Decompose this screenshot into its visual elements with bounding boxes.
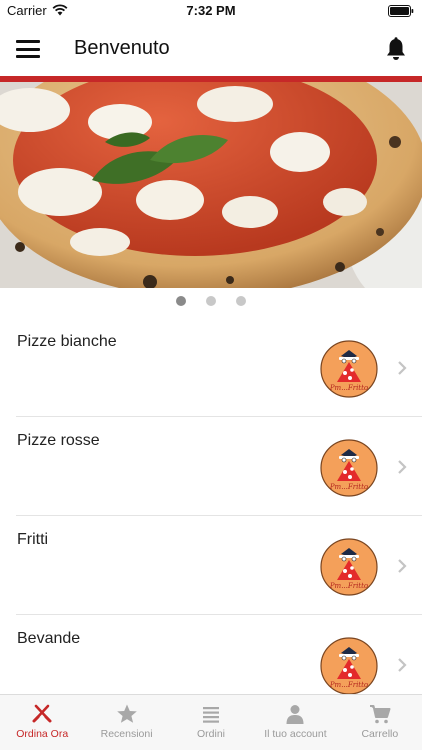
category-label: Fritti bbox=[17, 531, 49, 548]
battery-icon bbox=[388, 5, 414, 17]
user-icon bbox=[286, 705, 304, 724]
restaurant-logo: Pm...Fritto bbox=[320, 439, 378, 497]
list-icon bbox=[203, 707, 220, 723]
logo-text: Pm...Fritto bbox=[329, 681, 368, 689]
menu-icon[interactable] bbox=[16, 40, 40, 58]
category-label: Pizze rosse bbox=[17, 432, 100, 449]
tab-user[interactable]: Il tuo account bbox=[253, 695, 337, 750]
carousel-indicator bbox=[0, 296, 422, 310]
tab-label: Ordina Ora bbox=[16, 728, 69, 740]
logo-text: Pm...Fritto bbox=[329, 483, 368, 491]
tab-cart[interactable]: Carrello bbox=[338, 695, 422, 750]
cart-icon bbox=[369, 705, 391, 724]
restaurant-logo: Pm...Fritto bbox=[320, 637, 378, 695]
pizza-image bbox=[0, 82, 422, 288]
bottom-tab-bar: Ordina Ora Recensioni Ordini Il tuo account… bbox=[0, 694, 422, 750]
tab-list[interactable]: Ordini bbox=[169, 695, 253, 750]
chevron-right-icon bbox=[398, 658, 407, 672]
logo-text: Pm...Fritto bbox=[329, 384, 368, 392]
carousel-dot-1[interactable] bbox=[176, 296, 186, 306]
restaurant-logo: Pm...Fritto bbox=[320, 340, 378, 398]
bell-icon[interactable] bbox=[385, 37, 407, 61]
chevron-right-icon bbox=[398, 361, 407, 375]
restaurant-logo: Pm...Fritto bbox=[320, 538, 378, 596]
list-item[interactable]: Fritti Pm...Fritto bbox=[0, 516, 422, 615]
star-icon bbox=[116, 704, 137, 723]
category-label: Bevande bbox=[17, 630, 81, 647]
tab-label: Il tuo account bbox=[264, 728, 327, 740]
tab-star[interactable]: Recensioni bbox=[84, 695, 168, 750]
status-bar: Carrier 7:32 PM bbox=[0, 0, 422, 22]
tab-label: Carrello bbox=[361, 728, 399, 740]
promo-banner-image[interactable] bbox=[0, 82, 422, 288]
chevron-right-icon bbox=[398, 559, 407, 573]
list-item[interactable]: Pizze rosse Pm...Fritto bbox=[0, 417, 422, 516]
status-time: 7:32 PM bbox=[186, 3, 236, 18]
category-list: Pizze bianche Pm...Fritto Pizze rosse Pm… bbox=[0, 318, 422, 714]
utensils-icon bbox=[32, 704, 52, 723]
tab-utensils[interactable]: Ordina Ora bbox=[0, 695, 84, 750]
logo-text: Pm...Fritto bbox=[329, 582, 368, 590]
tab-label: Recensioni bbox=[100, 728, 153, 740]
category-label: Pizze bianche bbox=[17, 333, 117, 350]
app-header: Benvenuto bbox=[0, 22, 422, 76]
carousel-dot-3[interactable] bbox=[236, 296, 246, 306]
carousel-dot-2[interactable] bbox=[206, 296, 216, 306]
chevron-right-icon bbox=[398, 460, 407, 474]
page-title: Benvenuto bbox=[74, 37, 170, 59]
list-item[interactable]: Pizze bianche Pm...Fritto bbox=[0, 318, 422, 417]
tab-label: Ordini bbox=[197, 728, 226, 740]
